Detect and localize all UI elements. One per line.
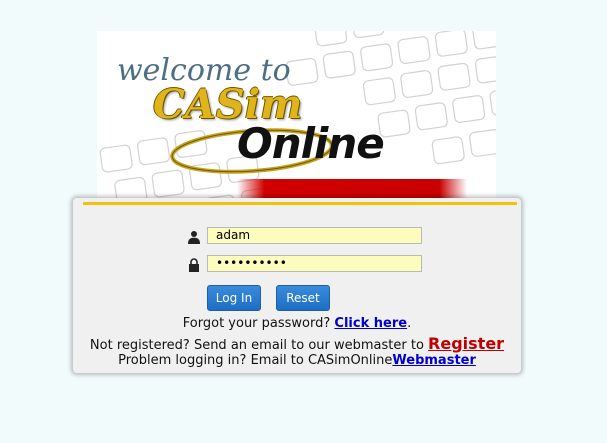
forgot-password-line: Forgot your password? Click here. <box>73 316 521 331</box>
user-icon <box>188 231 200 244</box>
problem-text: Problem logging in? Email to CASimOnline <box>118 353 393 368</box>
login-page: welcome to CASim Online Log In Reset For… <box>0 0 607 443</box>
register-line: Not registered? Send an email to our web… <box>73 334 521 353</box>
lock-icon <box>189 258 199 272</box>
login-panel: Log In Reset Forgot your password? Click… <box>73 198 521 373</box>
panel-accent-line <box>83 202 517 205</box>
webmaster-link[interactable]: Webmaster <box>392 353 476 368</box>
casim-online-logo: welcome to CASim Online <box>97 31 496 201</box>
login-button[interactable]: Log In <box>207 285 261 311</box>
reset-button[interactable]: Reset <box>276 285 330 311</box>
register-text: Not registered? Send an email to our web… <box>89 338 429 353</box>
problem-line: Problem logging in? Email to CASimOnline… <box>73 353 521 368</box>
forgot-password-link[interactable]: Click here <box>334 316 407 331</box>
username-input[interactable] <box>207 227 422 244</box>
register-link[interactable]: Register <box>428 334 504 353</box>
forgot-password-suffix: . <box>407 316 412 331</box>
online-text: Online <box>237 119 385 168</box>
password-input[interactable] <box>207 255 422 272</box>
forgot-password-text: Forgot your password? <box>182 316 335 331</box>
